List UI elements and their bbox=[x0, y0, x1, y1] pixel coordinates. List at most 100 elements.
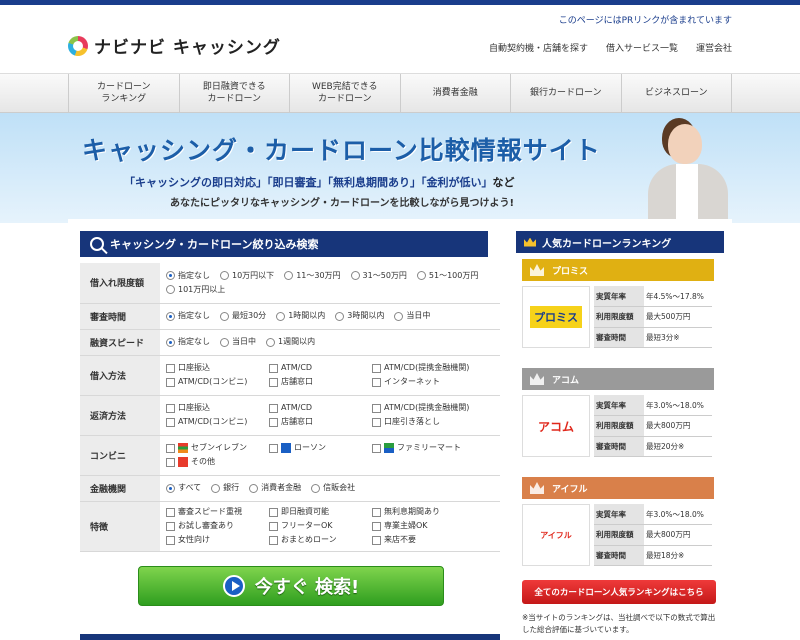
filter-checkbox-option[interactable]: その他 bbox=[166, 456, 269, 468]
checkbox[interactable] bbox=[372, 377, 381, 387]
radio-button[interactable] bbox=[335, 311, 345, 321]
radio-button[interactable] bbox=[166, 483, 175, 493]
ranking-card[interactable]: アコム アコム 実質年率 年3.0%〜18.0% 利用限度額 最大800万円 審査時間 最短2… bbox=[522, 368, 714, 457]
nav-item-business-loan[interactable]: ビジネスローン bbox=[620, 74, 732, 112]
checkbox[interactable] bbox=[166, 417, 175, 427]
checkbox[interactable] bbox=[166, 443, 175, 453]
ranking-card-header[interactable]: プロミス bbox=[522, 259, 714, 281]
nav-item-consumer-finance[interactable]: 消費者金融 bbox=[399, 74, 511, 112]
filter-radio-option[interactable]: 当日中 bbox=[220, 336, 256, 348]
checkbox[interactable] bbox=[166, 377, 175, 387]
filter-radio-option[interactable]: 31〜50万円 bbox=[350, 270, 407, 282]
header-link-service-list[interactable]: 借入サービス一覧 bbox=[606, 41, 678, 54]
checkbox[interactable] bbox=[269, 521, 278, 531]
checkbox[interactable] bbox=[269, 363, 278, 373]
filter-checkbox-option[interactable]: ファミリーマート bbox=[372, 442, 475, 454]
radio-button[interactable] bbox=[220, 311, 229, 321]
filter-checkbox-option[interactable]: 来店不要 bbox=[372, 534, 475, 546]
radio-button[interactable] bbox=[266, 337, 275, 347]
checkbox[interactable] bbox=[372, 443, 381, 453]
filter-checkbox-option[interactable]: ローソン bbox=[269, 442, 372, 454]
ranking-card[interactable]: アイフル アイフル 実質年率 年3.0%〜18.0% 利用限度額 最大800万円 審査時間最… bbox=[522, 477, 714, 566]
site-logo[interactable]: ナビナビ キャッシング bbox=[68, 33, 281, 58]
lender-logo[interactable]: プロミス bbox=[522, 286, 590, 348]
filter-checkbox-option[interactable]: ATM/CD bbox=[269, 402, 372, 414]
filter-checkbox-option[interactable]: ATM/CD(提携金融機関) bbox=[372, 402, 475, 414]
filter-radio-option[interactable]: 1週間以内 bbox=[266, 336, 315, 348]
filter-radio-option[interactable]: 消費者金融 bbox=[249, 482, 301, 494]
checkbox[interactable] bbox=[269, 403, 278, 413]
filter-radio-option[interactable]: すべて bbox=[166, 482, 201, 494]
filter-radio-option[interactable]: 3時間以内 bbox=[335, 310, 384, 322]
filter-checkbox-option[interactable]: 女性向け bbox=[166, 534, 269, 546]
checkbox[interactable] bbox=[372, 535, 381, 545]
radio-button[interactable] bbox=[350, 271, 360, 281]
checkbox[interactable] bbox=[372, 417, 381, 427]
checkbox[interactable] bbox=[269, 377, 278, 387]
filter-radio-option[interactable]: 51〜100万円 bbox=[416, 270, 478, 282]
header-link-store-finder[interactable]: 自動契約機・店舗を探す bbox=[489, 41, 588, 54]
radio-button[interactable] bbox=[220, 271, 229, 281]
filter-radio-option[interactable]: 指定なし bbox=[166, 310, 210, 322]
filter-checkbox-option[interactable]: 店舗窓口 bbox=[269, 416, 372, 428]
radio-button[interactable] bbox=[416, 271, 426, 281]
radio-button[interactable] bbox=[249, 483, 259, 493]
filter-radio-option[interactable]: 信販会社 bbox=[311, 482, 355, 494]
checkbox[interactable] bbox=[166, 535, 175, 545]
nav-item-web-complete[interactable]: WEB完結できる カードローン bbox=[289, 74, 400, 112]
radio-button[interactable] bbox=[284, 271, 294, 281]
filter-checkbox-option[interactable]: 店舗窓口 bbox=[269, 376, 372, 388]
checkbox[interactable] bbox=[269, 443, 278, 453]
nav-item-same-day[interactable]: 即日融資できる カードローン bbox=[178, 74, 290, 112]
filter-checkbox-option[interactable]: セブンイレブン bbox=[166, 442, 269, 454]
radio-button[interactable] bbox=[166, 337, 175, 347]
filter-checkbox-option[interactable]: 審査スピード重視 bbox=[166, 506, 269, 518]
filter-checkbox-option[interactable]: ATM/CD(コンビニ) bbox=[166, 376, 269, 388]
radio-button[interactable] bbox=[166, 285, 175, 295]
checkbox[interactable] bbox=[372, 507, 381, 517]
checkbox[interactable] bbox=[166, 403, 175, 413]
checkbox[interactable] bbox=[269, 507, 278, 517]
radio-button[interactable] bbox=[220, 337, 229, 347]
filter-radio-option[interactable]: 銀行 bbox=[211, 482, 239, 494]
filter-radio-option[interactable]: 指定なし bbox=[166, 336, 210, 348]
ranking-card[interactable]: プロミス プロミス 実質年率 年4.5%〜17.8% 利用限度額 最大500万円 審査時間最… bbox=[522, 259, 714, 348]
filter-radio-option[interactable]: 指定なし bbox=[166, 270, 210, 282]
radio-button[interactable] bbox=[394, 311, 404, 321]
filter-checkbox-option[interactable]: 無利息期間あり bbox=[372, 506, 475, 518]
ranking-card-header[interactable]: アイフル bbox=[522, 477, 714, 499]
checkbox[interactable] bbox=[269, 417, 278, 427]
filter-checkbox-option[interactable]: 即日融資可能 bbox=[269, 506, 372, 518]
checkbox[interactable] bbox=[372, 521, 381, 531]
filter-checkbox-option[interactable]: 専業主婦OK bbox=[372, 520, 475, 532]
filter-checkbox-option[interactable]: お試し審査あり bbox=[166, 520, 269, 532]
checkbox[interactable] bbox=[372, 363, 381, 373]
all-ranking-button[interactable]: 全てのカードローン人気ランキングはこちら bbox=[522, 580, 716, 604]
radio-button[interactable] bbox=[311, 483, 321, 493]
radio-button[interactable] bbox=[276, 311, 286, 321]
filter-checkbox-option[interactable]: 口座振込 bbox=[166, 362, 269, 374]
nav-item-bank-loan[interactable]: 銀行カードローン bbox=[510, 74, 621, 112]
filter-radio-option[interactable]: 最短30分 bbox=[220, 310, 266, 322]
search-submit-button[interactable]: 今すぐ 検索! bbox=[138, 566, 444, 606]
checkbox[interactable] bbox=[166, 507, 175, 517]
radio-button[interactable] bbox=[166, 311, 175, 321]
header-link-company[interactable]: 運営会社 bbox=[696, 41, 732, 54]
filter-checkbox-option[interactable]: 口座引き落とし bbox=[372, 416, 475, 428]
ranking-card-header[interactable]: アコム bbox=[522, 368, 714, 390]
filter-checkbox-option[interactable]: ATM/CD bbox=[269, 362, 372, 374]
filter-radio-option[interactable]: 当日中 bbox=[394, 310, 430, 322]
radio-button[interactable] bbox=[211, 483, 221, 493]
filter-radio-option[interactable]: 101万円以上 bbox=[166, 284, 225, 296]
filter-checkbox-option[interactable]: ATM/CD(提携金融機関) bbox=[372, 362, 475, 374]
lender-logo[interactable]: アイフル bbox=[522, 504, 590, 566]
filter-radio-option[interactable]: 11〜30万円 bbox=[284, 270, 341, 282]
filter-checkbox-option[interactable]: 口座振込 bbox=[166, 402, 269, 414]
filter-checkbox-option[interactable]: ATM/CD(コンビニ) bbox=[166, 416, 269, 428]
filter-radio-option[interactable]: 10万円以下 bbox=[220, 270, 274, 282]
lender-logo[interactable]: アコム bbox=[522, 395, 590, 457]
checkbox[interactable] bbox=[372, 403, 381, 413]
filter-radio-option[interactable]: 1時間以内 bbox=[276, 310, 325, 322]
filter-checkbox-option[interactable]: フリーターOK bbox=[269, 520, 372, 532]
radio-button[interactable] bbox=[166, 271, 175, 281]
